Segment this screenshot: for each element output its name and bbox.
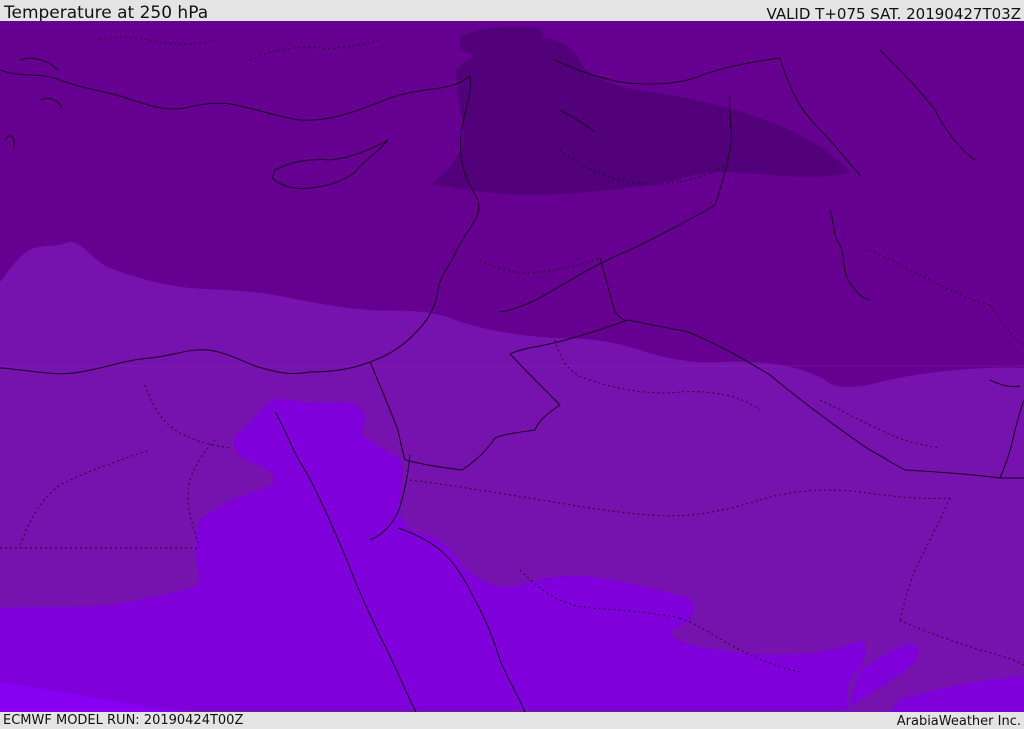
credit-label: ArabiaWeather Inc. (896, 714, 1021, 729)
map-canvas (0, 21, 1024, 712)
map-title: Temperature at 250 hPa (4, 3, 209, 23)
model-run-label: ECMWF MODEL RUN: 20190424T00Z (3, 713, 244, 728)
bottom-bar: ECMWF MODEL RUN: 20190424T00Z ArabiaWeat… (0, 712, 1024, 729)
temperature-map (0, 21, 1024, 712)
top-bar: Temperature at 250 hPa VALID T+075 SAT. … (0, 0, 1024, 23)
